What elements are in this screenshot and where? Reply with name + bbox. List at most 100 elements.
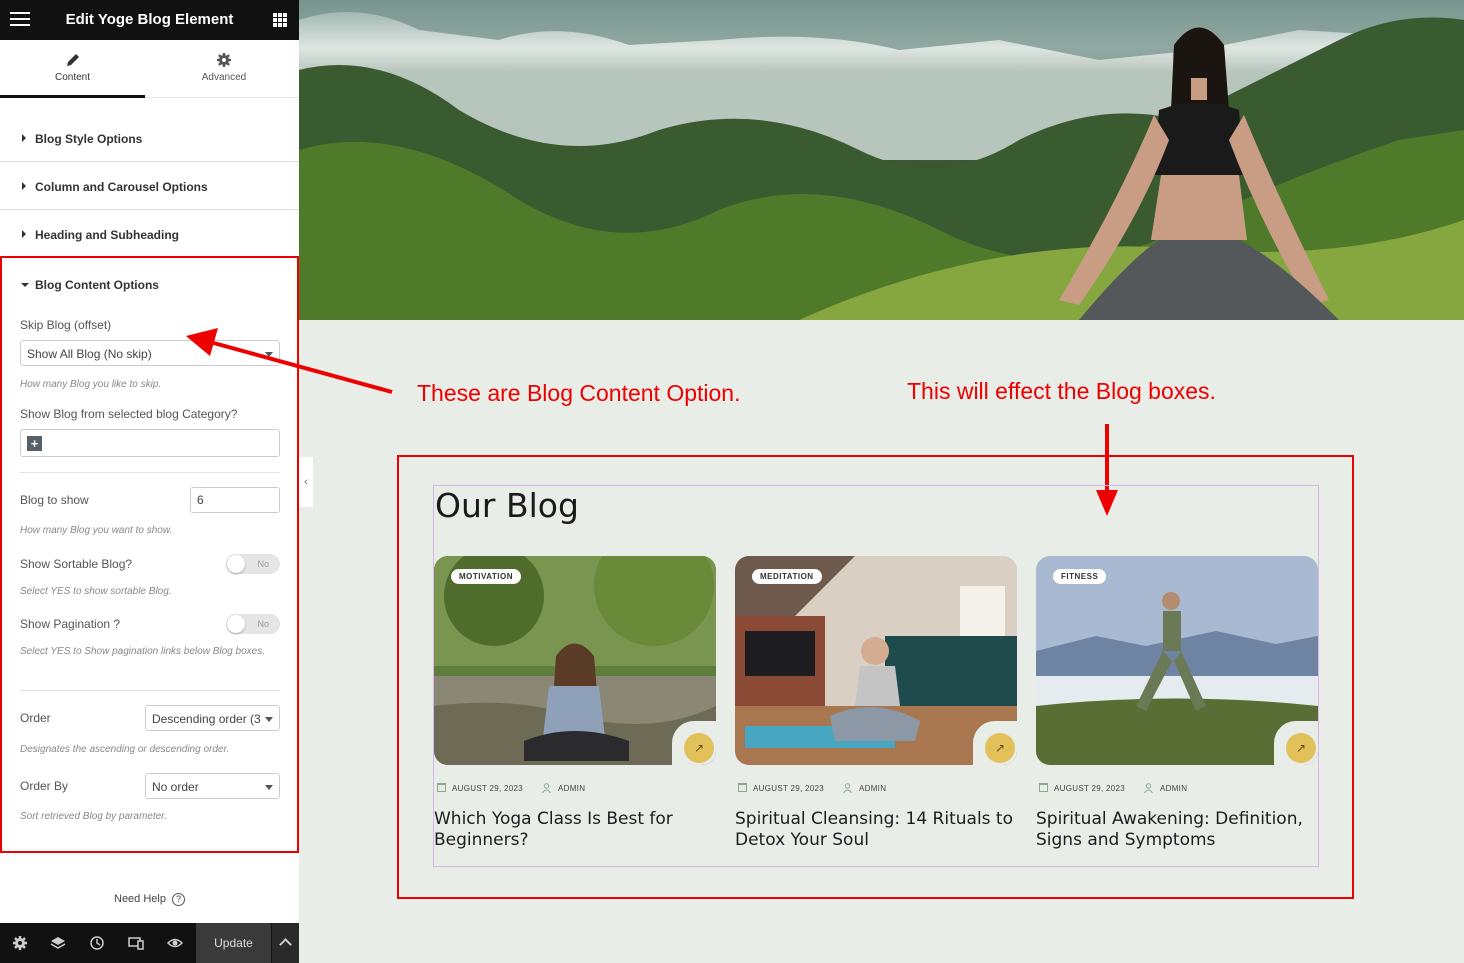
sortable-label: Show Sortable Blog? — [20, 557, 133, 571]
annotation-right: This will effect the Blog boxes. — [907, 378, 1216, 404]
panel-tabs: Content Advanced — [0, 40, 299, 98]
orderby-select[interactable]: No order — [145, 773, 280, 799]
hero-illustration — [299, 0, 1464, 320]
orderby-select-value: No order — [152, 780, 199, 794]
count-hint: How many Blog you want to show. — [20, 525, 173, 536]
toggle-knob — [227, 555, 245, 573]
post-author[interactable]: ADMIN — [859, 784, 886, 793]
count-input[interactable]: 6 — [190, 487, 280, 513]
post-date: AUGUST 29, 2023 — [753, 784, 825, 793]
sortable-hint: Select YES to show sortable Blog. — [20, 586, 172, 597]
orderby-hint: Sort retrieved Blog by parameter. — [20, 811, 167, 822]
chevron-up-icon[interactable] — [272, 923, 299, 963]
blog-card[interactable]: MEDITATION ↗ AUGUST 29, 2023 ADMIN Spiri… — [735, 556, 1017, 851]
gear-icon — [217, 53, 231, 67]
orderby-label: Order By — [20, 779, 69, 793]
skip-label: Skip Blog (offset) — [20, 318, 112, 332]
tab-content[interactable]: Content — [0, 40, 145, 98]
toggle-text: No — [257, 559, 269, 569]
toggle-knob — [227, 615, 245, 633]
blog-card-image[interactable]: FITNESS ↗ — [1036, 556, 1318, 765]
calendar-icon — [437, 783, 446, 792]
layers-icon[interactable] — [50, 935, 66, 951]
arrow-to-options — [186, 328, 393, 394]
order-select-value: Descending order (3 — [152, 712, 261, 726]
update-button[interactable]: Update — [196, 923, 271, 963]
preview-eye-icon[interactable] — [167, 935, 183, 951]
post-title[interactable]: Which Yoga Class Is Best for Beginners? — [434, 809, 716, 851]
calendar-icon — [1039, 783, 1048, 792]
category-badge[interactable]: MEDITATION — [752, 569, 822, 584]
plus-icon[interactable]: + — [27, 436, 42, 451]
editor-topbar: Edit Yoge Blog Element — [0, 0, 299, 40]
section-blog-style-options[interactable]: Blog Style Options — [0, 114, 299, 162]
section-column-carousel-options[interactable]: Column and Carousel Options — [0, 162, 299, 210]
blog-heading: Our Blog — [435, 486, 579, 525]
count-input-value: 6 — [197, 493, 204, 507]
post-author[interactable]: ADMIN — [1160, 784, 1187, 793]
pagination-toggle[interactable]: No — [226, 614, 280, 634]
section-heading-subheading[interactable]: Heading and Subheading — [0, 210, 299, 258]
history-icon[interactable] — [89, 935, 105, 951]
chevron-down-icon — [265, 785, 273, 790]
section-label: Blog Style Options — [35, 132, 143, 146]
order-hint: Designates the ascending or descending o… — [20, 744, 230, 755]
tab-advanced[interactable]: Advanced — [149, 40, 299, 98]
post-date: AUGUST 29, 2023 — [1054, 784, 1126, 793]
category-badge[interactable]: MOTIVATION — [451, 569, 522, 584]
blog-card-image[interactable]: MEDITATION ↗ — [735, 556, 1017, 765]
count-label: Blog to show — [20, 493, 89, 507]
pagination-hint: Select YES to Show pagination links belo… — [20, 646, 265, 657]
tab-advanced-label: Advanced — [201, 72, 247, 83]
blog-card[interactable]: MOTIVATION ↗ AUGUST 29, 2023 ADMIN Which… — [434, 556, 716, 851]
caret-right-icon — [22, 230, 26, 238]
category-label: Show Blog from selected blog Category? — [20, 407, 238, 421]
editor-bottombar: Update — [0, 923, 299, 963]
blog-card-image[interactable]: MOTIVATION ↗ — [434, 556, 716, 765]
divider — [20, 690, 280, 691]
sortable-toggle[interactable]: No — [226, 554, 280, 574]
pencil-icon — [66, 54, 79, 66]
divider — [20, 472, 280, 473]
calendar-icon — [738, 783, 747, 792]
user-icon — [843, 783, 852, 793]
hero-yoga-image — [299, 0, 1464, 320]
post-title[interactable]: Spiritual Awakening: Definition, Signs a… — [1036, 809, 1318, 851]
tab-content-label: Content — [54, 72, 91, 83]
widgets-grid-icon[interactable] — [273, 13, 287, 27]
skip-hint: How many Blog you like to skip. — [20, 379, 162, 390]
order-label: Order — [20, 711, 51, 725]
panel-title: Edit Yoge Blog Element — [65, 11, 234, 28]
section-blog-content-options[interactable]: Blog Content Options — [35, 278, 159, 292]
toggle-text: No — [257, 619, 269, 629]
post-meta: AUGUST 29, 2023 ADMIN — [1036, 783, 1318, 795]
category-select[interactable]: + — [20, 429, 280, 457]
section-label: Heading and Subheading — [35, 228, 180, 242]
need-help-link[interactable]: Need Help? — [0, 893, 299, 906]
blog-card[interactable]: FITNESS ↗ AUGUST 29, 2023 ADMIN Spiritua… — [1036, 556, 1318, 851]
annotation-left: These are Blog Content Option. — [417, 380, 741, 406]
arrow-up-right-icon[interactable]: ↗ — [985, 733, 1015, 763]
category-badge[interactable]: FITNESS — [1053, 569, 1107, 584]
caret-right-icon — [22, 182, 26, 190]
post-date: AUGUST 29, 2023 — [452, 784, 524, 793]
collapse-panel-handle[interactable]: ‹ — [299, 457, 313, 507]
section-label: Column and Carousel Options — [35, 180, 208, 194]
user-icon — [1144, 783, 1153, 793]
caret-down-icon — [21, 283, 29, 287]
arrow-up-right-icon[interactable]: ↗ — [684, 733, 714, 763]
caret-right-icon — [22, 134, 26, 142]
post-title[interactable]: Spiritual Cleansing: 14 Rituals to Detox… — [735, 809, 1017, 851]
arrow-up-right-icon[interactable]: ↗ — [1286, 733, 1316, 763]
post-meta: AUGUST 29, 2023 ADMIN — [434, 783, 716, 795]
skip-select-value: Show All Blog (No skip) — [27, 347, 152, 361]
responsive-icon[interactable] — [128, 935, 144, 951]
pagination-label: Show Pagination ? — [20, 617, 121, 631]
need-help-label: Need Help — [114, 893, 166, 905]
question-icon: ? — [171, 893, 185, 906]
order-select[interactable]: Descending order (3 — [145, 705, 280, 731]
user-icon — [542, 783, 551, 793]
post-meta: AUGUST 29, 2023 ADMIN — [735, 783, 1017, 795]
settings-gear-icon[interactable] — [12, 935, 28, 951]
post-author[interactable]: ADMIN — [558, 784, 585, 793]
